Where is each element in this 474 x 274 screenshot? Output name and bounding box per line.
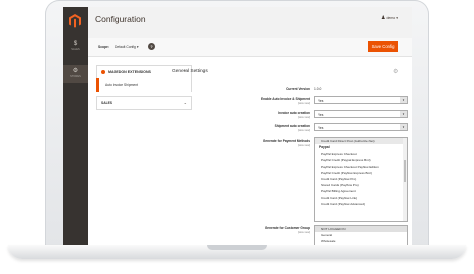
scope-hint: [store view] (297, 144, 310, 147)
sidebar-item-sales[interactable]: $ SALES (63, 38, 88, 56)
dollar-icon: $ (73, 41, 78, 47)
help-icon[interactable]: ? (148, 43, 155, 50)
scope-switcher[interactable]: Default Config ▾ (115, 45, 138, 49)
payment-option[interactable]: Credit Card (Payflow Advanced) (315, 201, 407, 207)
scope-hint: [store view] (297, 116, 310, 119)
gear-icon: ⚙ (72, 68, 79, 74)
enable-select[interactable]: Yes ▾ (314, 96, 408, 104)
scope-label: Scope: (98, 45, 109, 49)
section-title: General Settings (172, 69, 208, 74)
tab-group-title: SALES (101, 101, 112, 105)
scope-hint: [store view] (297, 102, 310, 105)
select-value: Yes (318, 99, 324, 103)
admin-screen: $ SALES ⚙ STORES Configuration ♟ demo ▾ … (63, 7, 412, 245)
sidebar-item-label: SALES (71, 48, 80, 51)
payment-methods-multiselect[interactable]: Credit Card Direct Post (Authorize.Net) … (314, 137, 408, 222)
chevron-down-icon: ▾ (400, 111, 407, 117)
shipment-label: Shipment auto creation (274, 124, 310, 128)
config-content: MAGEDON EXTENSIONS ⌃ Auto Invoice Shipme… (88, 57, 412, 245)
chevron-down-icon: ▾ (136, 45, 139, 49)
current-version-label: Current Version (286, 87, 310, 91)
user-menu[interactable]: ♟ demo ▾ (381, 15, 398, 21)
invoice-label: Invoice auto creation (278, 111, 310, 115)
tab-item-label: Auto Invoice Shipment (105, 83, 138, 87)
save-config-button[interactable]: Save Config (368, 41, 398, 52)
payment-group-label: Paypal (319, 145, 330, 150)
magedon-logo-icon (101, 70, 105, 74)
customer-group-multiselect[interactable]: NOT LOGGED IN General Wholesale (314, 225, 408, 245)
multiselect-scrollbar[interactable] (403, 138, 407, 221)
current-version-value: 1.0.0 (314, 87, 322, 91)
scrollbar-thumb[interactable] (404, 160, 406, 182)
scope-toolbar: Scope: Default Config ▾ ? Save Config (88, 38, 412, 57)
enable-label: Enable Auto Invoice & Shipment (261, 97, 310, 101)
user-name: demo (386, 15, 396, 20)
customer-group-label: Generate for Customer Group (264, 226, 310, 230)
shipment-select[interactable]: Yes ▾ (314, 123, 408, 131)
main-area: Configuration ♟ demo ▾ Scope: Default Co… (88, 7, 412, 245)
scope-value: Default Config (115, 45, 136, 49)
magento-logo-icon[interactable] (69, 14, 81, 28)
admin-sidebar: $ SALES ⚙ STORES (63, 7, 88, 245)
laptop-notch (207, 245, 267, 250)
select-value: Yes (318, 126, 324, 130)
select-value: Yes (318, 113, 324, 117)
page-title: Configuration (95, 14, 146, 24)
sidebar-item-label: STORES (70, 75, 81, 78)
scope-hint: [store view] (297, 129, 310, 132)
invoice-select[interactable]: Yes ▾ (314, 110, 408, 118)
payment-methods-label: Generate for Payment Methods (262, 139, 310, 143)
scope-hint: [store view] (297, 231, 310, 234)
section-toggle-icon[interactable]: ⚙ (393, 68, 398, 75)
sidebar-item-stores[interactable]: ⚙ STORES (63, 65, 88, 83)
chevron-down-icon: ▾ (396, 15, 398, 20)
customer-group-option[interactable]: Wholesale (315, 238, 407, 245)
tab-group-title: MAGEDON EXTENSIONS (108, 69, 151, 74)
chevron-down-icon: ▾ (400, 124, 407, 130)
user-icon: ♟ (381, 15, 386, 21)
chevron-down-icon: ▾ (400, 97, 407, 103)
